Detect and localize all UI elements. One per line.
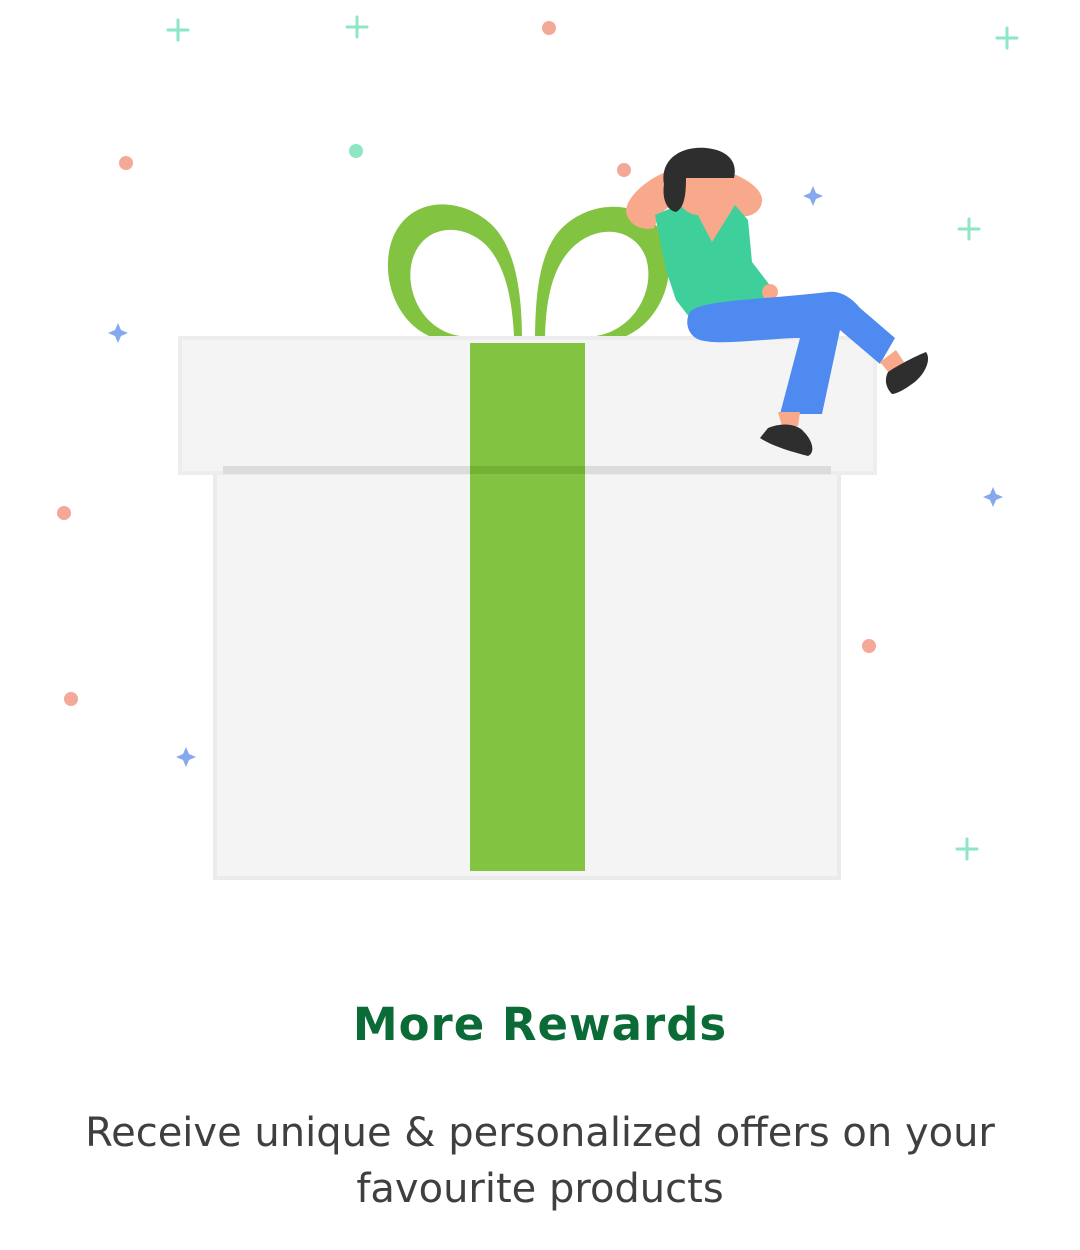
confetti-sparkle-icon [983, 487, 1003, 507]
confetti-plus-icon [166, 18, 190, 42]
confetti-plus-icon [955, 837, 979, 861]
confetti-dot-icon [119, 156, 133, 170]
confetti-dot-icon [349, 144, 363, 158]
confetti-sparkle-icon [108, 323, 128, 343]
confetti-dot-icon [542, 21, 556, 35]
confetti-dot-icon [57, 506, 71, 520]
page-title: More Rewards [352, 998, 728, 1051]
ribbon-band [470, 343, 585, 871]
confetti-dot-icon [64, 692, 78, 706]
confetti-dot-icon [617, 163, 631, 177]
confetti-dot-icon [862, 639, 876, 653]
confetti-plus-icon [345, 15, 369, 39]
page-description: Receive unique & personalized offers on … [85, 1110, 995, 1212]
confetti-plus-icon [995, 26, 1019, 50]
ribbon-bow-icon [387, 204, 670, 342]
confetti-plus-icon [957, 217, 981, 241]
gift-box-with-person-illustration [57, 15, 1019, 880]
confetti-sparkle-icon [803, 186, 823, 206]
onboarding-screen: More Rewards Receive unique & personaliz… [0, 0, 1080, 1250]
confetti-sparkle-icon [176, 747, 196, 767]
